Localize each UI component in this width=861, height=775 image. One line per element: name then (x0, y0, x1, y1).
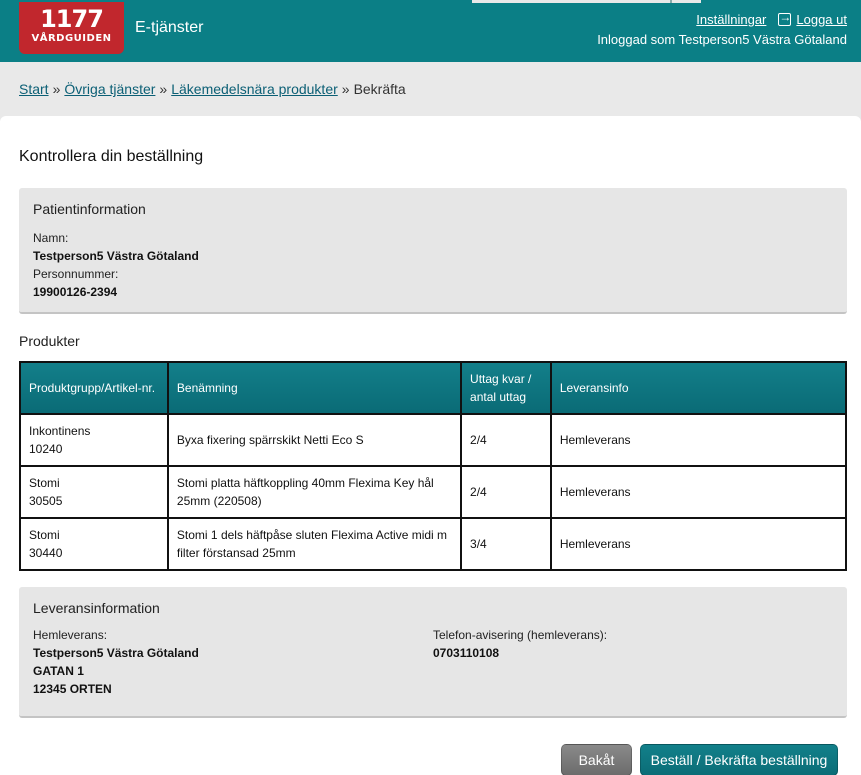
cell-group: Stomi 30505 (19, 465, 169, 519)
patient-info-box: Patientinformation Namn: Testperson5 Väs… (19, 188, 847, 314)
breadcrumb-separator: » (159, 81, 168, 97)
article-number: 30440 (29, 546, 63, 560)
phone-notice-label: Telefon-avisering (hemleverans): (433, 628, 608, 642)
breadcrumb-ovriga-tjanster[interactable]: Övriga tjänster (64, 81, 155, 97)
cell-delivery: Hemleverans (549, 517, 848, 571)
page-title: Kontrollera din beställning (19, 148, 204, 165)
logged-in-as: Inloggad som Testperson5 Västra Götaland (597, 32, 847, 47)
home-delivery-label: Hemleverans: (33, 628, 108, 642)
article-number: 10240 (29, 442, 63, 456)
patient-info-title: Patientinformation (33, 201, 146, 217)
personnummer-label: Personnummer: (33, 267, 119, 281)
col-header-name: Benämning (166, 361, 463, 415)
name-value: Testperson5 Västra Götaland (33, 249, 199, 263)
logo-1177-vardguiden[interactable]: 1177 VÅRDGUIDEN (19, 2, 124, 54)
logo-number: 1177 (40, 5, 104, 33)
table-row: Stomi 30440 Stomi 1 dels häftpåse sluten … (19, 517, 848, 571)
phone-notice-value: 0703110108 (433, 646, 500, 660)
breadcrumb-separator: » (341, 81, 350, 97)
cell-uttag: 2/4 (460, 413, 552, 467)
app-title: E-tjänster (135, 19, 204, 36)
col-header-delivery: Leveransinfo (549, 361, 848, 415)
cell-name: Stomi platta häftkoppling 40mm Flexima K… (166, 465, 463, 519)
products-table: Produktgrupp/Artikel-nr. Benämning Uttag… (19, 361, 848, 571)
cell-delivery: Hemleverans (549, 413, 848, 467)
top-header: 1177 VÅRDGUIDEN E-tjänster Inställningar… (0, 0, 861, 62)
home-delivery-city: 12345 ORTEN (33, 682, 112, 696)
cell-group: Inkontinens 10240 (19, 413, 169, 467)
breadcrumb-separator: » (52, 81, 61, 97)
logout-link[interactable]: Logga ut (778, 10, 847, 27)
product-group: Inkontinens (29, 424, 91, 438)
col-header-group: Produktgrupp/Artikel-nr. (19, 361, 169, 415)
col-header-uttag-line2: antal uttag (470, 390, 527, 404)
back-button[interactable]: Bakåt (561, 744, 632, 775)
products-table-header: Produktgrupp/Artikel-nr. Benämning Uttag… (19, 361, 848, 415)
products-heading: Produkter (19, 333, 80, 349)
cell-uttag: 2/4 (460, 465, 552, 519)
breadcrumb-lakemedelsnara-produkter[interactable]: Läkemedelsnära produkter (171, 81, 338, 97)
header-user-area: Inställningar Logga ut Inloggad som Test… (597, 10, 847, 47)
home-delivery-name: Testperson5 Västra Götaland (33, 646, 199, 660)
article-number: 30505 (29, 494, 63, 508)
cell-uttag: 3/4 (460, 517, 552, 571)
header-top-strip-divider (670, 0, 672, 3)
logout-link-label[interactable]: Logga ut (796, 12, 847, 27)
logo-text: VÅRDGUIDEN (31, 33, 112, 44)
header-top-strip (472, 0, 701, 3)
cell-name: Byxa fixering spärrskikt Netti Eco S (166, 413, 463, 467)
delivery-info-title: Leveransinformation (33, 600, 160, 616)
breadcrumb-current: Bekräfta (353, 81, 406, 97)
cell-delivery: Hemleverans (549, 465, 848, 519)
logout-icon[interactable] (778, 10, 792, 26)
personnummer-value: 19900126-2394 (33, 285, 118, 299)
name-label: Namn: (33, 231, 69, 245)
breadcrumb: Start» Övriga tjänster» Läkemedelsnära pro… (19, 81, 406, 97)
settings-link[interactable]: Inställningar (696, 12, 766, 27)
table-row: Inkontinens 10240 Byxa fixering spärrskik… (19, 413, 848, 467)
main-panel: Kontrollera din beställning Patientinfor… (0, 116, 861, 775)
product-group: Stomi (29, 528, 60, 542)
col-header-uttag: Uttag kvar / antal uttag (460, 361, 552, 415)
col-header-uttag-line1: Uttag kvar / (470, 372, 532, 386)
table-row: Stomi 30505 Stomi platta häftkoppling 40m… (19, 465, 848, 519)
delivery-info-box: Leveransinformation Hemleverans: Testper… (19, 587, 847, 718)
breadcrumb-start[interactable]: Start (19, 81, 49, 97)
confirm-order-button[interactable]: Beställ / Bekräfta beställning (640, 744, 838, 775)
cell-group: Stomi 30440 (19, 517, 169, 571)
home-delivery-street: GATAN 1 (33, 664, 84, 678)
cell-name: Stomi 1 dels häftpåse sluten Flexima Act… (166, 517, 463, 571)
product-group: Stomi (29, 476, 60, 490)
